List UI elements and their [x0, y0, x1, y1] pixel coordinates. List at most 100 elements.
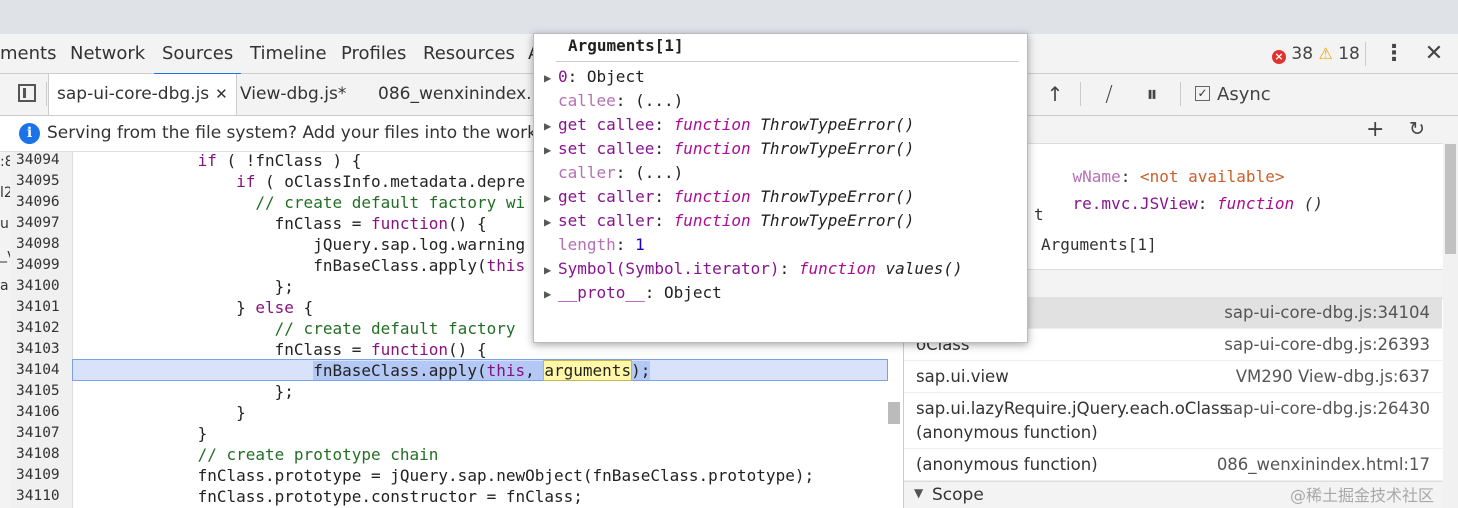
property-row[interactable]: ▶ set callee: function ThrowTypeError(): [544, 137, 914, 161]
close-icon[interactable]: ✕: [1423, 34, 1445, 73]
watch-item[interactable]: re.mvc.JSView: function (): [1034, 175, 1323, 232]
line-number[interactable]: 34099: [16, 257, 72, 273]
code-line[interactable]: } else {: [82, 297, 313, 318]
line-number[interactable]: 34097: [16, 215, 72, 231]
pause-on-exceptions-icon[interactable]: ⏸: [1139, 74, 1165, 115]
call-frame-location[interactable]: VM290 View-dbg.js:637: [1236, 367, 1430, 386]
tab-timeline[interactable]: Timeline: [250, 34, 327, 73]
code-line[interactable]: }: [82, 423, 208, 444]
code-line[interactable]: jQuery.sap.log.warning: [82, 234, 525, 255]
more-icon[interactable]: ⋮: [1383, 34, 1405, 73]
line-number[interactable]: 34094: [16, 152, 72, 168]
deactivate-breakpoints-icon[interactable]: ⧸: [1094, 74, 1124, 115]
line-number[interactable]: 34105: [16, 383, 72, 399]
sidebar-toggle-icon[interactable]: [18, 84, 36, 102]
line-number[interactable]: 34096: [16, 194, 72, 210]
expand-triangle-icon[interactable]: ▶: [544, 282, 558, 306]
property-key: length: [558, 235, 616, 254]
line-number[interactable]: 34108: [16, 446, 72, 462]
console-counters[interactable]: × 38 ⚠ 18: [1272, 34, 1360, 73]
property-key: Symbol(Symbol.iterator): [558, 259, 780, 278]
property-row[interactable]: ▶ __proto__: Object: [544, 281, 722, 305]
code-line[interactable]: // create default factory wi: [82, 192, 525, 213]
call-frame[interactable]: sap.ui.lazyRequire.jQuery.each.oClass. (a…: [904, 393, 1442, 449]
call-frame[interactable]: (anonymous function) 086_wenxinindex.html…: [904, 449, 1442, 481]
object-popover[interactable]: Arguments[1] ▶ 0: Object callee: (...) ▶ get…: [533, 33, 1028, 343]
line-number-gutter[interactable]: 34094 34095 34096 34097 34098 34099 34100 34101…: [10, 152, 73, 508]
line-number[interactable]: 34109: [16, 467, 72, 483]
code-line[interactable]: fnClass.prototype.constructor = fnClass;: [82, 486, 583, 507]
code-line[interactable]: // create prototype chain: [82, 444, 439, 465]
expand-triangle-icon[interactable]: ▶: [544, 66, 558, 90]
step-out-icon[interactable]: ↑: [1043, 74, 1067, 115]
property-key: set caller: [558, 211, 655, 230]
watch-item[interactable]: t: [1034, 205, 1044, 224]
property-row[interactable]: ▶ get callee: function ThrowTypeError(): [544, 113, 914, 137]
hovered-identifier[interactable]: arguments: [543, 360, 633, 381]
property-row[interactable]: caller: (...): [544, 161, 683, 185]
editor-scrollbar[interactable]: [888, 402, 900, 424]
line-number[interactable]: 34098: [16, 236, 72, 252]
property-value: (...): [635, 163, 684, 182]
line-number[interactable]: 34101: [16, 299, 72, 315]
expand-triangle-icon[interactable]: ▶: [544, 138, 558, 162]
tab-network[interactable]: Network: [70, 34, 145, 73]
call-frame[interactable]: sap.ui.view VM290 View-dbg.js:637: [904, 361, 1442, 393]
code-line[interactable]: };: [82, 276, 294, 297]
property-row[interactable]: length: 1: [544, 233, 645, 257]
refresh-icon[interactable]: ↻: [1409, 116, 1425, 143]
code-line[interactable]: fnBaseClass.apply(this, arguments);: [82, 360, 651, 381]
property-row[interactable]: ▶ 0: Object: [544, 65, 645, 89]
navigator-text: a: [0, 278, 9, 294]
code-line[interactable]: fnClass = function() {: [82, 339, 487, 360]
file-tab-sap-ui-core[interactable]: sap-ui-core-dbg.js ✕: [48, 74, 237, 115]
code-line[interactable]: if ( oClassInfo.metadata.depre: [82, 171, 525, 192]
call-frame-location[interactable]: sap-ui-core-dbg.js:26430: [1224, 399, 1430, 418]
watermark: @稀土掘金技术社区: [1290, 486, 1435, 505]
line-number[interactable]: 34106: [16, 404, 72, 420]
property-key: get callee: [558, 115, 655, 134]
property-row[interactable]: ▶ Symbol(Symbol.iterator): function value…: [544, 257, 963, 281]
watch-item[interactable]: Arguments[1]: [1041, 235, 1157, 254]
tab-profiles[interactable]: Profiles: [341, 34, 406, 73]
expand-triangle-icon[interactable]: ▶: [544, 186, 558, 210]
watch-key: re.mvc.JSView: [1072, 194, 1198, 213]
property-row[interactable]: ▶ get caller: function ThrowTypeError(): [544, 185, 914, 209]
code-line[interactable]: fnClass = function() {: [82, 213, 487, 234]
code-line[interactable]: fnBaseClass.apply(this: [82, 255, 525, 276]
expand-triangle-icon[interactable]: ▶: [544, 210, 558, 234]
line-number[interactable]: 34103: [16, 341, 72, 357]
close-icon[interactable]: ✕: [215, 85, 228, 103]
file-tab-wenxinindex[interactable]: 086_wenxinindex.ht: [378, 74, 549, 115]
tab-sources[interactable]: Sources: [154, 34, 242, 75]
file-tab-view-dbg[interactable]: View-dbg.js*: [240, 74, 346, 115]
code-line[interactable]: if ( !fnClass ) {: [82, 152, 362, 171]
property-value: ThrowTypeError(): [760, 115, 915, 134]
property-row[interactable]: callee: (...): [544, 89, 683, 113]
code-line[interactable]: };: [82, 381, 294, 402]
code-line[interactable]: }: [82, 402, 246, 423]
expand-triangle-icon[interactable]: ▶: [544, 258, 558, 282]
line-number[interactable]: 34102: [16, 320, 72, 336]
plus-icon[interactable]: +: [1366, 116, 1384, 143]
call-frame-location[interactable]: 086_wenxinindex.html:17: [1217, 455, 1430, 474]
line-number[interactable]: 34107: [16, 425, 72, 441]
keyword: else: [255, 298, 294, 317]
line-number[interactable]: 34095: [16, 173, 72, 189]
error-count: 38: [1291, 44, 1314, 64]
browser-top-strip: [0, 0, 1458, 34]
line-number[interactable]: 34100: [16, 278, 72, 294]
line-number[interactable]: 34104: [16, 362, 72, 378]
property-row[interactable]: ▶ set caller: function ThrowTypeError(): [544, 209, 914, 233]
call-frame-location[interactable]: sap-ui-core-dbg.js:34104: [1224, 303, 1430, 322]
async-checkbox[interactable]: ✓: [1195, 86, 1210, 101]
code-line[interactable]: // create default factory: [82, 318, 516, 339]
tab-elements[interactable]: ments: [0, 34, 56, 73]
sidebar-scroll-thumb[interactable]: [1445, 144, 1456, 254]
call-frame-location[interactable]: sap-ui-core-dbg.js:26393: [1224, 335, 1430, 354]
code-line[interactable]: fnClass.prototype = jQuery.sap.newObject…: [82, 465, 815, 486]
line-number[interactable]: 34110: [16, 488, 72, 504]
expand-triangle-icon[interactable]: ▶: [544, 114, 558, 138]
function-keyword: function: [673, 187, 751, 206]
tab-resources[interactable]: Resources: [423, 34, 515, 73]
